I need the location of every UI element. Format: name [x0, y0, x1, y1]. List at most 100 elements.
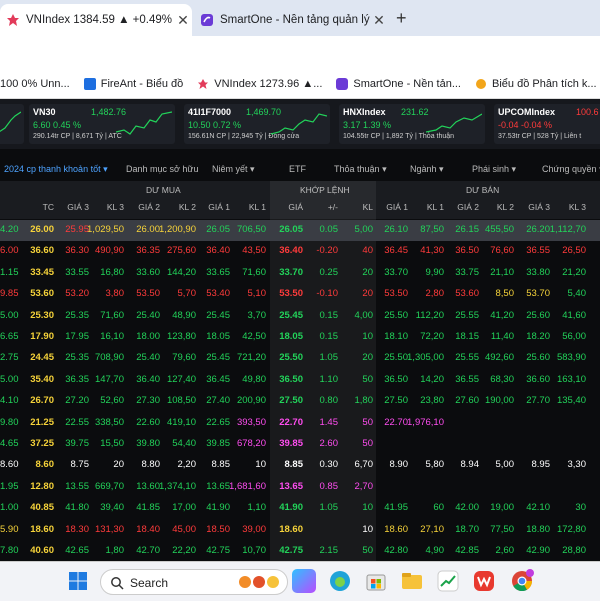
tab-industry[interactable]: Ngành ▾ — [410, 164, 444, 175]
bookmark-item[interactable]: Biểu đồ Phân tích k... — [475, 78, 597, 90]
column-header-cell[interactable]: KL 2 — [497, 202, 514, 212]
table-cell: 26,50 — [562, 245, 586, 257]
table-row[interactable]: 6.00 36.60 36.30 490,90 36.35 275,60 36.40 43,5… — [0, 241, 600, 262]
table-cell: 1.10 — [319, 373, 339, 385]
table-row[interactable]: 5.00 25.30 25.35 71,60 25.40 48,90 25.45 3,70 25… — [0, 306, 600, 327]
index-card-vn30[interactable]: VN30 1,482.76 6.60 0.45 % 290.14tr CP | … — [29, 104, 175, 144]
table-cell: 1.45 — [319, 416, 339, 428]
table-row[interactable]: 9.85 53.60 53.20 3,80 53.50 5,70 53.40 5,10 53.5… — [0, 284, 600, 305]
table-cell: 18.30 — [65, 523, 89, 535]
table-cell: 583,90 — [556, 352, 586, 364]
taskbar-search-box[interactable]: Search — [100, 569, 288, 595]
table-cell: 144,20 — [166, 266, 196, 278]
column-header-cell[interactable]: KL 3 — [107, 202, 124, 212]
table-row[interactable]: 1.15 33.45 33.55 16,80 33.60 144,20 33.65 71,60… — [0, 263, 600, 284]
tab-vnindex[interactable]: VNIndex 1384.59 ▲ +0.49% ✕ — [0, 4, 192, 36]
table-cell: 36.60 — [30, 245, 54, 257]
column-header-cell[interactable]: GIÁ 1 — [386, 202, 408, 212]
chrome-browser-icon[interactable] — [510, 569, 534, 593]
bookmark-item[interactable]: 100 0% Unn... — [0, 78, 70, 90]
wps-office-icon[interactable] — [472, 569, 496, 593]
chevron-down-icon: ▾ — [250, 164, 255, 174]
table-cell: 4,00 — [354, 309, 374, 321]
table-cell: 40.85 — [30, 502, 54, 514]
column-header-cell[interactable]: KL 1 — [427, 202, 444, 212]
table-cell: 108,50 — [166, 395, 196, 407]
table-cell: 2.75 — [0, 352, 19, 364]
table-cell: 26.05 — [206, 224, 230, 235]
table-cell: 36.35 — [65, 373, 89, 385]
table-cell: 0.05 — [319, 224, 339, 235]
table-cell: 27,10 — [420, 523, 444, 535]
table-cell: 39,40 — [100, 502, 124, 514]
table-row[interactable]: 9.80 21.25 22.55 338,50 22.60 419,10 22.65 393,… — [0, 413, 600, 434]
table-row[interactable]: 1.00 40.85 41.80 39,40 41.85 17,00 41.90 1,10 41… — [0, 498, 600, 519]
table-row[interactable]: 6.65 17.90 17.95 16,10 18.00 123,80 18.05 42,50… — [0, 327, 600, 348]
column-header-cell[interactable]: KL 1 — [249, 202, 266, 212]
bookmark-item[interactable]: SmartOne - Nền tản... — [336, 78, 461, 90]
table-row[interactable]: 4.65 37.25 39.75 15,50 39.80 54,40 39.85 678,20… — [0, 434, 600, 455]
table-row[interactable]: 2.75 24.45 25.35 708,90 25.40 79,60 25.45 721,2… — [0, 348, 600, 369]
table-cell: 1,681,60 — [229, 480, 266, 492]
column-header-cell[interactable]: GIÁ 2 — [457, 202, 479, 212]
close-tab-icon[interactable]: ✕ — [174, 12, 192, 29]
index-card-41i1f7000[interactable]: 41I1F7000 1,469.70 10.50 0.72 % 156.61N … — [184, 104, 330, 144]
tab-derivatives[interactable]: Phái sinh ▾ — [472, 164, 516, 175]
close-tab-icon[interactable]: ✕ — [370, 12, 388, 29]
stock-chart-app-icon[interactable] — [436, 569, 460, 593]
table-cell: 8.60 — [0, 459, 19, 471]
tab-smartone[interactable]: SmartOne - Nền tảng quản lý tài ✕ — [194, 4, 388, 36]
table-cell: 22.65 — [206, 416, 230, 428]
column-header-cell[interactable]: KL 2 — [179, 202, 196, 212]
column-header-cell[interactable]: GIÁ 2 — [138, 202, 160, 212]
table-row[interactable]: 5.00 35.40 36.35 147,70 36.40 127,40 36.45 49,8… — [0, 370, 600, 391]
table-cell: 8.94 — [460, 459, 480, 471]
table-row[interactable]: 7.80 40.60 42.65 1,80 42.70 22,20 42.75 10,70 42… — [0, 541, 600, 561]
index-card-upcomindex[interactable]: UPCOMIndex 100.6 -0.04 -0.04 % 37.53tr C… — [494, 104, 600, 144]
table-row[interactable]: 1.95 12.80 13.55 669,70 13.60 1,374,10 13.65 1,… — [0, 477, 600, 498]
file-explorer-icon[interactable] — [400, 569, 424, 593]
column-header-cell[interactable]: GIÁ 3 — [528, 202, 550, 212]
bookmark-item[interactable]: FireAnt - Biểu đồ — [83, 78, 183, 90]
index-card[interactable] — [0, 104, 24, 144]
column-header-cell[interactable]: KL 3 — [569, 202, 586, 212]
index-cards: VN30 1,482.76 6.60 0.45 % 290.14tr CP | … — [0, 99, 600, 149]
table-cell: 11,40 — [490, 331, 514, 342]
tab-owned-portfolio[interactable]: Danh mục sở hữu — [126, 164, 198, 174]
copilot-icon[interactable] — [292, 569, 316, 593]
windows-start-icon[interactable] — [66, 569, 90, 593]
table-row[interactable]: 8.60 8.60 8.75 20 8.80 2,20 8.85 10 8.85 0.30 6,70… — [0, 455, 600, 476]
table-cell: 42.75 — [206, 545, 230, 556]
new-tab-button[interactable]: + — [396, 8, 407, 29]
table-cell: 19,00 — [490, 502, 514, 514]
table-cell: 48,90 — [172, 309, 196, 321]
table-cell: 4.10 — [0, 395, 19, 407]
table-cell: 25.60 — [526, 309, 550, 321]
table-cell: 163,10 — [556, 373, 586, 385]
table-cell: 419,10 — [166, 416, 196, 428]
table-cell: 27.70 — [526, 395, 550, 407]
table-cell: 708,90 — [94, 352, 124, 364]
table-cell: 25.40 — [136, 309, 160, 321]
edge-browser-icon[interactable] — [328, 569, 352, 593]
table-cell: 3,80 — [105, 288, 125, 300]
index-card-hnxindex[interactable]: HNXIndex 231.62 3.17 1.39 % 104.55tr CP … — [339, 104, 485, 144]
table-cell: 33.75 — [455, 266, 479, 278]
microsoft-store-icon[interactable] — [364, 569, 388, 593]
table-row[interactable]: 4.20 26.00 25.95 1,029,50 26.00 1,200,90 26.05… — [0, 220, 600, 241]
table-row[interactable]: 4.10 26.70 27.20 52,60 27.30 108,50 27.40 200,9… — [0, 391, 600, 412]
column-header-cell[interactable]: GIÁ 1 — [208, 202, 230, 212]
tab-listed[interactable]: Niêm yết ▾ — [212, 164, 255, 175]
table-row[interactable]: 5.90 18.60 18.30 131,30 18.40 45,00 18.50 39,00… — [0, 520, 600, 541]
tab-good-liquidity[interactable]: 2024 cp thanh khoản tốt ▾ — [4, 164, 108, 175]
bookmark-item[interactable]: VNIndex 1273.96 ▲... — [197, 78, 322, 90]
column-header-cell[interactable]: TC — [43, 202, 54, 212]
tab-etf[interactable]: ETF — [289, 164, 306, 174]
tab-negotiated[interactable]: Thỏa thuận ▾ — [334, 164, 387, 175]
table-cell: 53.60 — [30, 288, 54, 300]
sparkline-icon — [116, 111, 172, 135]
table-cell: 131,30 — [94, 523, 124, 535]
column-header-cell[interactable]: GIÁ 3 — [67, 202, 89, 212]
tab-warrants[interactable]: Chứng quyền ▾ — [542, 164, 600, 175]
table-cell: 21,20 — [562, 266, 586, 278]
